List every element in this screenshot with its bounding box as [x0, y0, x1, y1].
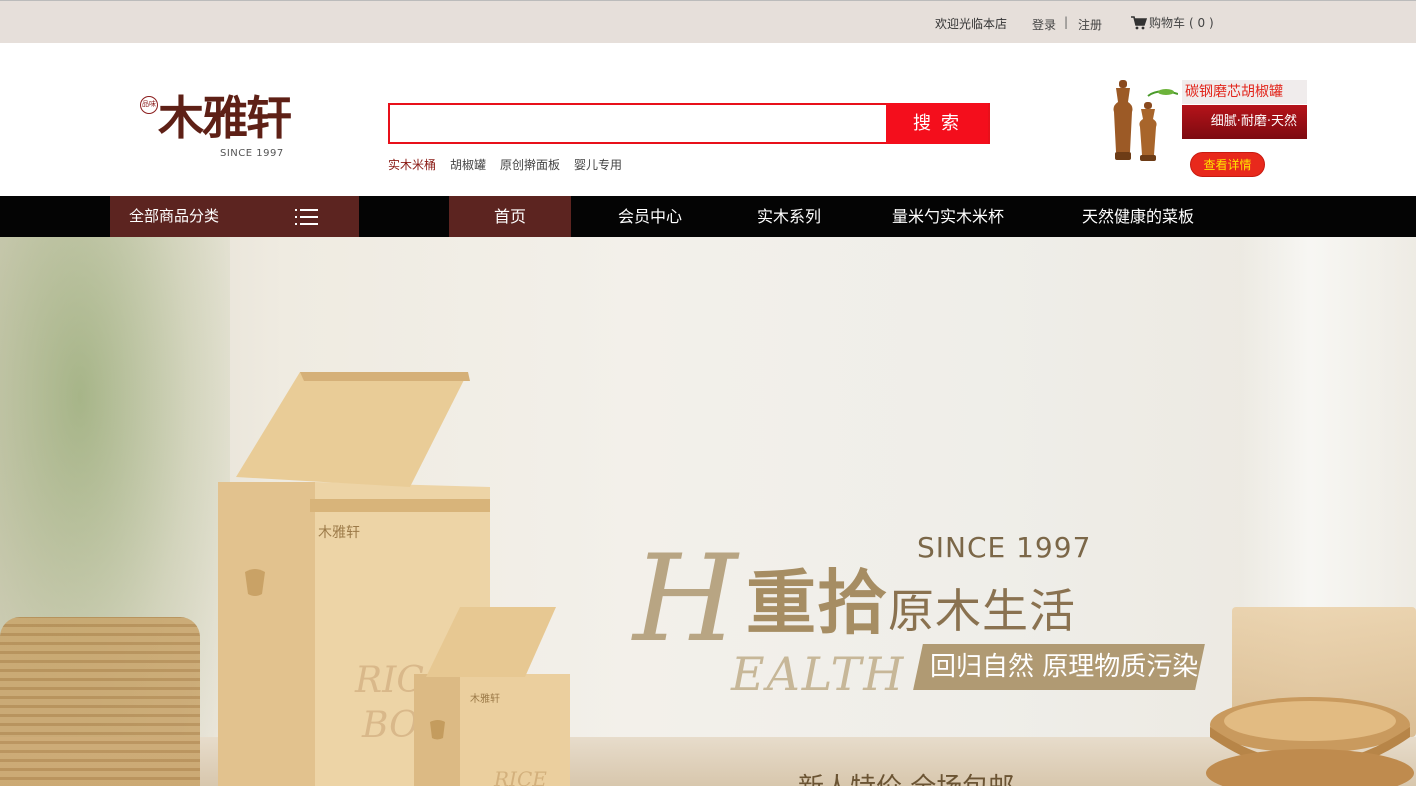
all-categories-label: 全部商品分类 [129, 207, 220, 225]
site-logo[interactable]: 品味 木雅轩 SINCE 1997 [140, 91, 300, 162]
cart-icon [1131, 15, 1147, 29]
wooden-bowls-image [1206, 697, 1414, 786]
search-button[interactable]: 搜索 [886, 103, 988, 144]
logo-seal: 品味 [140, 96, 158, 114]
banner-tagline: 回归自然 原理物质污染 [930, 652, 1199, 682]
banner-bottom-text: 新人特价 全场包邮 [798, 767, 1014, 786]
hero-banner[interactable]: 木雅轩 RIC BO 木雅轩 RICE SINCE 1997 H 重拾原木生活 … [0, 237, 1416, 786]
cart-count: ( 0 ) [1189, 15, 1214, 30]
search-input[interactable] [390, 105, 887, 142]
svg-text:BO: BO [361, 705, 419, 746]
header-promo: 碳钢磨芯胡椒罐 细腻·耐磨·天然 查看详情 [1108, 78, 1313, 182]
logo-wordmark: 木雅轩 [158, 91, 292, 145]
cart-label: 购物车 [1149, 16, 1186, 30]
pepper-grinder-image [1113, 80, 1178, 161]
banner-headline-rest: 原木生活 [888, 584, 1076, 638]
list-menu-icon [295, 209, 318, 225]
banner-headline: 重拾原木生活 [746, 547, 1076, 648]
main-nav: 全部商品分类 首页 会员中心 实木系列 量米勺实木米杯 天然健康的菜板 [0, 196, 1416, 237]
rice-box-image: 木雅轩 RIC BO 木雅轩 RICE [218, 372, 570, 786]
search-bar: 搜索 [388, 103, 990, 144]
promo-subtitle: 细腻·耐磨·天然 [1182, 105, 1307, 139]
hot-word-link[interactable]: 原创擀面板 [500, 156, 560, 173]
hot-search-words: 实木米桶 胡椒罐 原创擀面板 婴儿专用 [388, 156, 622, 173]
promo-detail-button[interactable]: 查看详情 [1190, 152, 1265, 177]
register-link[interactable]: 注册 [1078, 16, 1102, 33]
logo-since: SINCE 1997 [220, 148, 284, 159]
nav-item-solid-wood[interactable]: 实木系列 [730, 196, 848, 237]
svg-text:木雅轩: 木雅轩 [318, 525, 360, 541]
banner-headline-emphasis: 重拾 [746, 562, 888, 644]
cart-link[interactable]: 购物车 ( 0 ) [1131, 14, 1214, 31]
welcome-text: 欢迎光临本店 [935, 17, 1008, 31]
svg-text:RIC: RIC [354, 660, 424, 701]
nav-item-rice-cup[interactable]: 量米勺实木米杯 [873, 196, 1023, 237]
login-link[interactable]: 登录 [1032, 16, 1056, 33]
banner-ealth: EALTH [731, 647, 906, 701]
hot-word-link[interactable]: 胡椒罐 [450, 156, 486, 173]
hot-word-link[interactable]: 实木米桶 [388, 156, 436, 173]
top-bar: 欢迎光临本店 登录 | 注册 购物车 ( 0 ) [0, 0, 1416, 43]
hot-word-link[interactable]: 婴儿专用 [574, 156, 622, 173]
divider: | [1064, 15, 1069, 29]
all-categories-button[interactable]: 全部商品分类 [110, 196, 359, 237]
nav-item-cutting-board[interactable]: 天然健康的菜板 [1058, 196, 1218, 237]
nav-item-home[interactable]: 首页 [449, 196, 571, 237]
svg-text:RICE: RICE [493, 767, 547, 786]
banner-big-letter: H [633, 530, 738, 669]
promo-title: 碳钢磨芯胡椒罐 [1182, 80, 1307, 104]
nav-item-member-center[interactable]: 会员中心 [590, 196, 710, 237]
svg-text:木雅轩: 木雅轩 [470, 692, 500, 705]
